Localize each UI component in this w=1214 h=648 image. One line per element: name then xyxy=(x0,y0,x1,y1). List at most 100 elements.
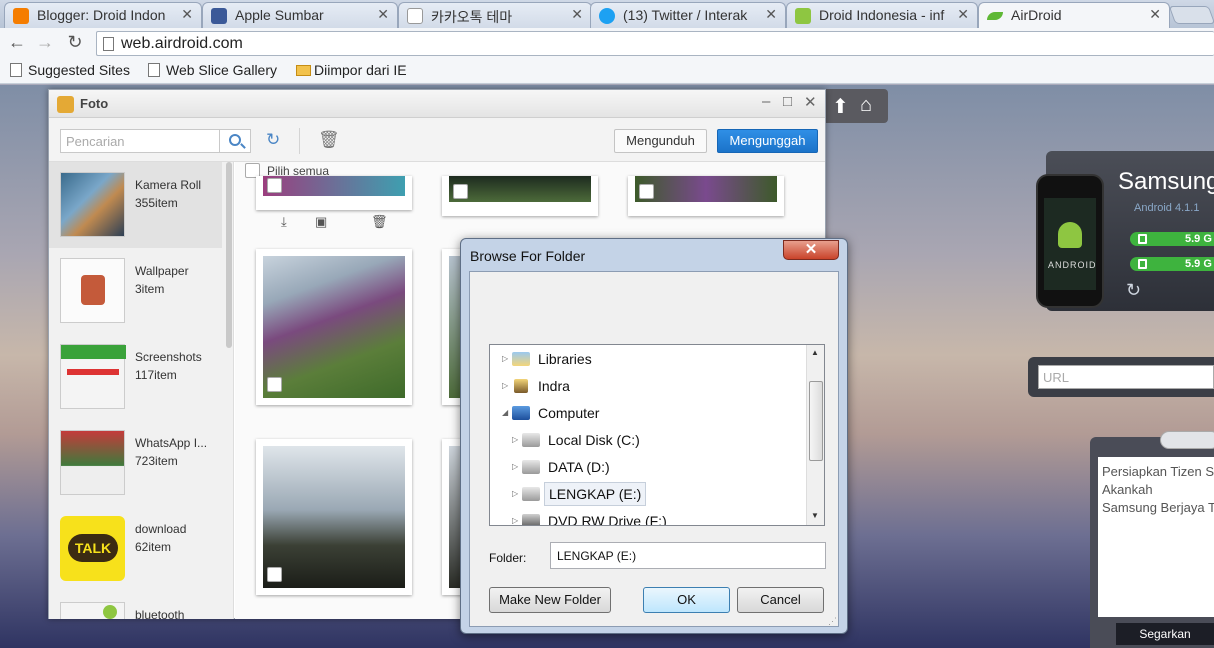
album-thumbnail xyxy=(60,344,126,409)
note-line[interactable]: Samsung Berjaya T xyxy=(1102,499,1214,517)
close-icon[interactable]: ✕ xyxy=(571,6,583,23)
note-line[interactable]: Akankah xyxy=(1102,481,1214,499)
note-line[interactable]: Persiapkan Tizen S xyxy=(1102,463,1214,481)
photo-actions: ⤓ ▣ 🗑 xyxy=(275,214,425,232)
album-item-whatsapp[interactable]: WhatsApp I... 723item xyxy=(49,420,222,506)
bookmark-suggested-sites[interactable]: Suggested Sites xyxy=(8,62,130,78)
album-item-wallpaper[interactable]: Wallpaper 3item xyxy=(49,248,222,334)
make-new-folder-button[interactable]: Make New Folder xyxy=(489,587,611,613)
close-icon[interactable]: ✕ xyxy=(377,6,389,23)
url-input[interactable]: URL xyxy=(1038,365,1214,389)
photo-image xyxy=(263,176,405,196)
album-item-download[interactable]: TALK download 62item xyxy=(49,506,222,592)
scroll-up-icon[interactable]: ▲ xyxy=(811,348,819,357)
expand-arrow-icon[interactable]: ▷ xyxy=(512,455,518,479)
upload-button[interactable]: Mengunggah xyxy=(717,129,818,153)
close-button[interactable]: ✕ xyxy=(783,240,839,260)
album-list: Kamera Roll 355item Wallpaper 3item Scre… xyxy=(49,162,234,619)
node-label: DATA (D:) xyxy=(548,459,610,475)
trash-icon[interactable]: 🗑 xyxy=(318,130,340,150)
trash-icon[interactable]: 🗑 xyxy=(371,214,388,230)
album-count: 62item xyxy=(135,540,172,554)
download-icon[interactable]: ⤓ xyxy=(281,214,287,230)
hard-drive-icon xyxy=(522,460,540,474)
album-name: download xyxy=(135,522,187,536)
download-button[interactable]: Mengunduh xyxy=(614,129,707,153)
tab-label: (13) Twitter / Interak xyxy=(623,7,748,23)
reload-icon[interactable]: ↻ xyxy=(64,32,86,53)
tab-kakaotalk-theme[interactable]: 카카오톡 테마 ✕ xyxy=(398,2,592,28)
expand-arrow-icon[interactable]: ▷ xyxy=(512,482,518,506)
close-icon[interactable]: ✕ xyxy=(765,6,777,23)
album-count: 723item xyxy=(135,454,178,468)
browse-folder-dialog: Browse For Folder ✕ ▷ Libraries ▷ Indra … xyxy=(460,238,848,634)
album-name: Wallpaper xyxy=(135,264,189,278)
new-tab-button[interactable] xyxy=(1168,6,1214,24)
refresh-icon[interactable]: ↻ xyxy=(1126,280,1141,301)
refresh-icon[interactable]: ↻ xyxy=(266,130,280,150)
back-arrow-icon[interactable]: ← xyxy=(6,32,28,53)
libraries-icon xyxy=(512,352,530,366)
photo-checkbox[interactable] xyxy=(639,184,654,199)
album-count: 117item xyxy=(135,368,177,382)
photo-card[interactable] xyxy=(442,176,598,216)
close-icon[interactable]: ✕ xyxy=(181,6,193,23)
photo-card[interactable] xyxy=(628,176,784,216)
tab-label: Blogger: Droid Indon xyxy=(37,7,166,23)
resize-grip-icon[interactable]: ⋰ xyxy=(828,616,837,627)
home-icon[interactable]: ⌂ xyxy=(860,94,872,117)
album-scrollbar[interactable] xyxy=(226,162,232,348)
tab-airdroid[interactable]: AirDroid ✕ xyxy=(978,2,1170,28)
maximize-icon[interactable]: □ xyxy=(783,93,792,110)
blogger-icon xyxy=(13,8,29,24)
tab-apple-sumbar[interactable]: Apple Sumbar ✕ xyxy=(202,2,398,28)
collapse-arrow-icon[interactable]: ◢ xyxy=(502,401,508,425)
close-icon[interactable]: ✕ xyxy=(1149,6,1161,23)
refresh-button[interactable]: Segarkan xyxy=(1116,623,1214,645)
foto-toolbar: Pencarian ↻ 🗑 Mengunduh Mengunggah xyxy=(49,118,825,162)
kakaotalk-logo: TALK xyxy=(68,534,118,562)
album-item-kamera-roll[interactable]: Kamera Roll 355item xyxy=(49,162,222,248)
album-item-bluetooth[interactable]: bluetooth xyxy=(49,592,222,619)
tree-scrollbar[interactable]: ▲ ▼ xyxy=(806,345,824,525)
photo-card[interactable] xyxy=(256,439,412,595)
expand-arrow-icon[interactable]: ▷ xyxy=(502,374,508,398)
image-icon[interactable]: ▣ xyxy=(315,214,327,230)
album-item-screenshots[interactable]: Screenshots 117item xyxy=(49,334,222,420)
minimize-icon[interactable]: – xyxy=(762,93,770,110)
bookmark-web-slice-gallery[interactable]: Web Slice Gallery xyxy=(146,62,277,78)
tab-twitter[interactable]: (13) Twitter / Interak ✕ xyxy=(590,2,786,28)
upload-arrow-icon[interactable]: ⬆ xyxy=(832,94,849,119)
close-icon[interactable]: ✕ xyxy=(804,93,817,111)
url-widget: URL xyxy=(1028,357,1214,397)
bookmarks-bar: Suggested Sites Web Slice Gallery Diimpo… xyxy=(0,58,1214,84)
photo-checkbox[interactable] xyxy=(267,567,282,582)
foto-titlebar[interactable]: Foto – □ ✕ xyxy=(49,90,825,118)
storage-bar-sd: 5.9 G xyxy=(1130,257,1214,271)
forward-arrow-icon[interactable]: → xyxy=(34,32,56,53)
cancel-button[interactable]: Cancel xyxy=(737,587,824,613)
expand-arrow-icon[interactable]: ▷ xyxy=(512,428,518,452)
address-bar[interactable]: web.airdroid.com xyxy=(96,31,1214,56)
photo-checkbox[interactable] xyxy=(267,178,282,193)
folder-input[interactable]: LENGKAP (E:) xyxy=(550,542,826,569)
storage-value: 5.9 G xyxy=(1185,258,1212,270)
ok-button[interactable]: OK xyxy=(643,587,730,613)
photo-card[interactable] xyxy=(256,249,412,405)
expand-arrow-icon[interactable]: ▷ xyxy=(512,509,518,525)
photo-checkbox[interactable] xyxy=(453,184,468,199)
phone-image: ANDROID xyxy=(1036,174,1104,308)
bookmark-folder-ie[interactable]: Diimpor dari IE xyxy=(294,62,407,78)
expand-arrow-icon[interactable]: ▷ xyxy=(502,347,508,371)
search-button[interactable] xyxy=(219,129,251,153)
tab-droid-indonesia[interactable]: Droid Indonesia - inf ✕ xyxy=(786,2,978,28)
close-icon[interactable]: ✕ xyxy=(957,6,969,23)
photo-checkbox[interactable] xyxy=(267,377,282,392)
tab-blogger[interactable]: Blogger: Droid Indon ✕ xyxy=(4,2,202,28)
notes-paper: Persiapkan Tizen S Akankah Samsung Berja… xyxy=(1098,457,1214,617)
twitter-icon xyxy=(599,8,615,24)
scroll-down-icon[interactable]: ▼ xyxy=(811,511,819,520)
scrollbar-thumb[interactable] xyxy=(809,381,823,461)
search-input[interactable]: Pencarian xyxy=(60,129,220,153)
photo-card[interactable] xyxy=(256,176,412,210)
